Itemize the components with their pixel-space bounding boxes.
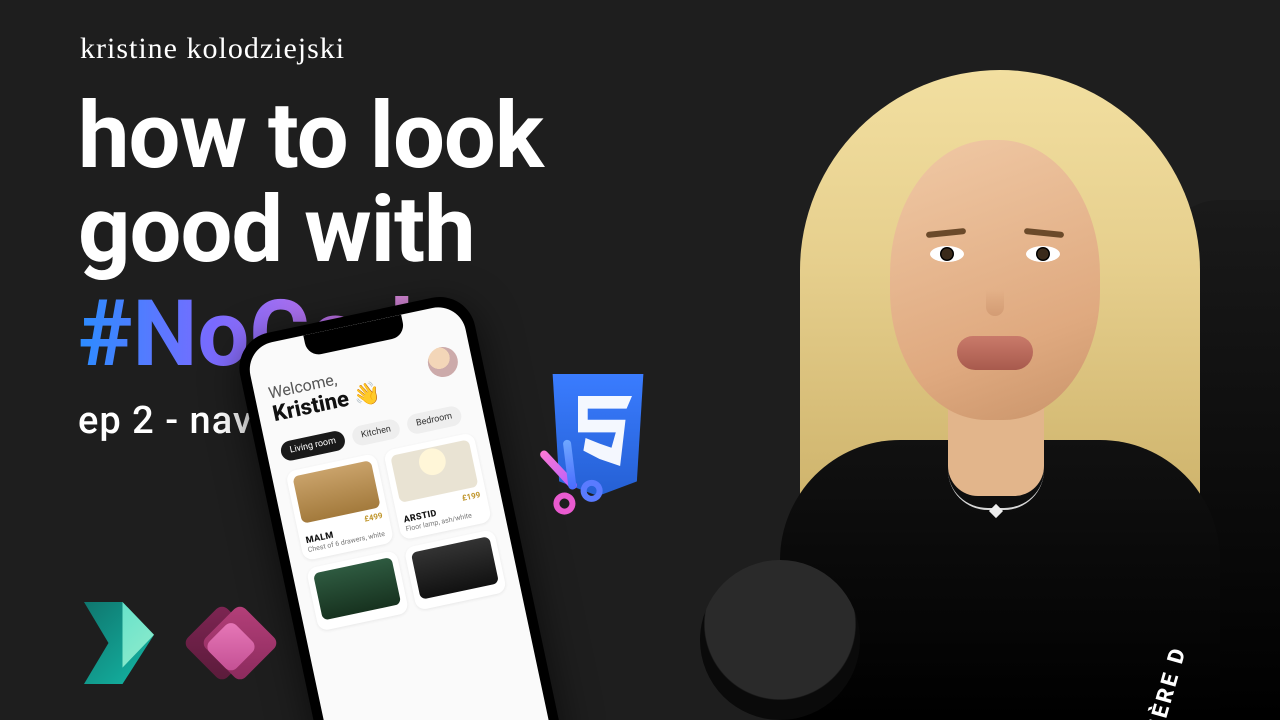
- shirt-text: MANIÈRE D: [1129, 643, 1192, 720]
- product-grid: £499MALMChest of 6 drawers, white£199ARS…: [285, 432, 507, 631]
- presenter-torso: [780, 440, 1220, 720]
- nav-tab[interactable]: Bedroom: [405, 405, 463, 436]
- presenter-face: [890, 140, 1100, 420]
- nav-tab[interactable]: Kitchen: [350, 418, 401, 448]
- product-image: [411, 536, 499, 600]
- author-signature: kristine kolodziejski: [80, 32, 345, 66]
- product-card[interactable]: [404, 529, 507, 611]
- product-image: [313, 557, 401, 621]
- platform-icons: [84, 602, 278, 684]
- product-card[interactable]: [306, 550, 409, 632]
- title-line-1: how to look: [78, 90, 718, 184]
- css-scissors-graphic: [538, 374, 658, 514]
- nav-tab[interactable]: Living room: [279, 429, 347, 462]
- power-pages-icon: [84, 602, 154, 684]
- power-apps-icon: [190, 604, 278, 682]
- microphone-icon: [700, 560, 860, 720]
- presenter-portrait: MANIÈRE D: [660, 0, 1280, 720]
- product-card[interactable]: £499MALMChest of 6 drawers, white: [285, 453, 394, 561]
- title-line-2: good with: [78, 184, 718, 278]
- phone-notch: [303, 315, 405, 357]
- gaming-chair: [1160, 200, 1280, 720]
- product-card[interactable]: £199ARSTIDFloor lamp, ash/white: [383, 432, 492, 540]
- necklace-icon: [948, 470, 1044, 510]
